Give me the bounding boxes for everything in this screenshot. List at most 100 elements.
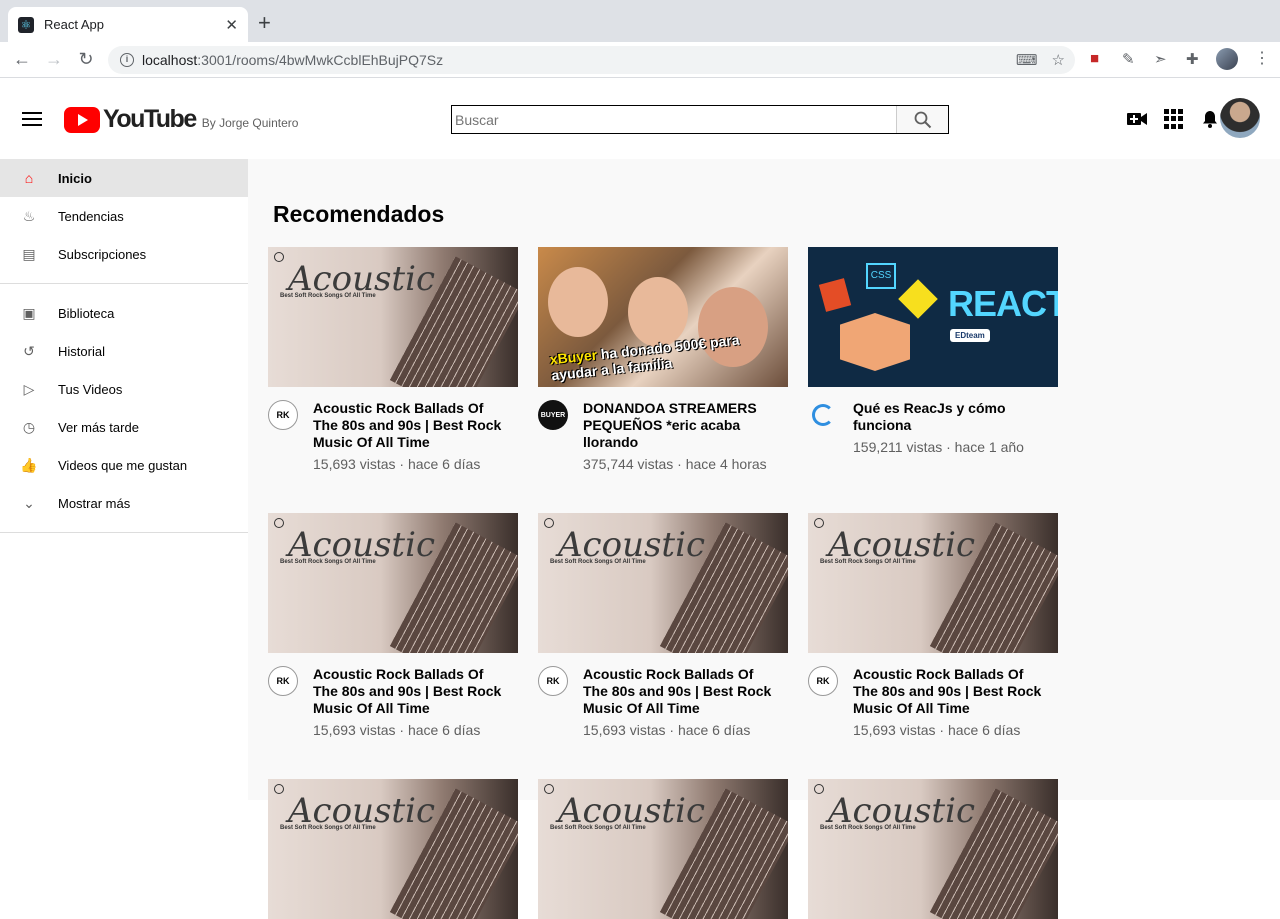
section-title: Recomendados bbox=[273, 201, 445, 227]
sidebar-divider bbox=[0, 283, 248, 284]
video-meta: RK Acoustic Rock Ballads Of The 80s and 9… bbox=[268, 400, 518, 472]
video-thumbnail[interactable]: Acoustic Best Soft Rock Songs Of All Time bbox=[268, 247, 518, 387]
channel-mark-icon bbox=[544, 518, 554, 528]
sidebar-item-subscripciones[interactable]: ▤ Subscripciones bbox=[0, 235, 248, 273]
react-favicon-icon: ⚛ bbox=[18, 16, 34, 33]
sidebar-item-tendencias[interactable]: ♨ Tendencias bbox=[0, 197, 248, 235]
channel-avatar[interactable]: BUYER bbox=[538, 400, 568, 430]
tab-title: React App bbox=[44, 17, 104, 32]
send-tab-icon[interactable]: ➣ bbox=[1154, 50, 1167, 68]
channel-avatar[interactable]: RK bbox=[538, 666, 568, 696]
sidebar-item-label: Tus Videos bbox=[58, 381, 123, 397]
eyedropper-icon[interactable]: ✎ bbox=[1122, 50, 1135, 68]
sidebar-item-label: Subscripciones bbox=[58, 246, 147, 262]
translate-icon[interactable]: ⌨ bbox=[1016, 51, 1038, 69]
channel-mark-icon bbox=[274, 252, 284, 262]
video-thumbnail[interactable]: xBuyer ha donado 500€ para ayudar a la f… bbox=[538, 247, 788, 387]
browser-toolbar: ← → ↻ i localhost:3001/rooms/4bwMwkCcblE… bbox=[0, 42, 1280, 78]
search-button[interactable] bbox=[896, 106, 948, 133]
channel-avatar[interactable] bbox=[812, 404, 834, 426]
sidebar-item-tus-videos[interactable]: ▷ Tus Videos bbox=[0, 370, 248, 408]
video-thumbnail[interactable]: Acoustic Best Soft Rock Songs Of All Time bbox=[268, 779, 518, 919]
video-title[interactable]: Qué es ReacJs y cómo funciona bbox=[853, 400, 1043, 434]
bookmark-star-icon[interactable]: ☆ bbox=[1052, 51, 1065, 69]
sidebar-item-label: Tendencias bbox=[58, 208, 124, 224]
channel-avatar[interactable]: RK bbox=[268, 666, 298, 696]
hamburger-menu-icon[interactable] bbox=[22, 112, 42, 126]
browser-menu-icon[interactable]: ⋮ bbox=[1254, 48, 1270, 68]
browser-tab-strip: ⚛ React App ✕ + bbox=[0, 0, 1280, 42]
video-card[interactable]: Acoustic Best Soft Rock Songs Of All Time bbox=[268, 779, 518, 919]
video-title[interactable]: Acoustic Rock Ballads Of The 80s and 90s… bbox=[313, 666, 503, 717]
extension-icon[interactable]: ■ bbox=[1090, 50, 1099, 67]
video-stats: 15,693 vistas · hace 6 días bbox=[313, 456, 481, 472]
reload-icon[interactable]: ↻ bbox=[70, 49, 102, 70]
video-card[interactable]: Acoustic Best Soft Rock Songs Of All Time… bbox=[268, 513, 518, 738]
like-icon: 👍 bbox=[20, 456, 38, 473]
thumb-react-word: REACT bbox=[948, 283, 1058, 324]
browser-tab[interactable]: ⚛ React App ✕ bbox=[8, 7, 248, 42]
main-content: Recomendados Acoustic Best Soft Rock Song… bbox=[248, 159, 1280, 919]
video-thumbnail[interactable]: Acoustic Best Soft Rock Songs Of All Time bbox=[808, 779, 1058, 919]
video-title[interactable]: Acoustic Rock Ballads Of The 80s and 90s… bbox=[313, 400, 503, 451]
video-meta: Qué es ReacJs y cómo funciona 159,211 vis… bbox=[808, 400, 1058, 455]
video-card[interactable]: CSS REACT EDteam Qué es ReacJs y cómo funci… bbox=[808, 247, 1058, 455]
history-icon: ↺ bbox=[23, 342, 35, 359]
create-video-icon[interactable] bbox=[1126, 109, 1148, 129]
sidebar-divider bbox=[0, 532, 248, 533]
video-card[interactable]: Acoustic Best Soft Rock Songs Of All Time bbox=[808, 779, 1058, 919]
profile-avatar[interactable] bbox=[1216, 48, 1238, 70]
url-text[interactable]: localhost:3001/rooms/4bwMwkCcblEhBujPQ7S… bbox=[142, 52, 443, 68]
sidebar-item-label: Mostrar más bbox=[58, 495, 131, 511]
channel-avatar[interactable]: RK bbox=[808, 666, 838, 696]
video-card[interactable]: Acoustic Best Soft Rock Songs Of All Time… bbox=[268, 247, 518, 472]
sidebar-item-mostrar-mas[interactable]: ⌄ Mostrar más bbox=[0, 484, 248, 522]
video-card[interactable]: xBuyer ha donado 500€ para ayudar a la f… bbox=[538, 247, 788, 472]
video-card[interactable]: Acoustic Best Soft Rock Songs Of All Time… bbox=[538, 513, 788, 738]
video-thumbnail[interactable]: Acoustic Best Soft Rock Songs Of All Time bbox=[808, 513, 1058, 653]
video-title[interactable]: Acoustic Rock Ballads Of The 80s and 90s… bbox=[583, 666, 773, 717]
video-thumbnail[interactable]: CSS REACT EDteam bbox=[808, 247, 1058, 387]
apps-grid-icon[interactable] bbox=[1164, 109, 1184, 129]
channel-mark-icon bbox=[274, 518, 284, 528]
video-stats: 15,693 vistas · hace 6 días bbox=[853, 722, 1021, 738]
video-thumbnail[interactable]: Acoustic Best Soft Rock Songs Of All Time bbox=[538, 513, 788, 653]
thumb-acoustic-subtitle: Best Soft Rock Songs Of All Time bbox=[280, 559, 376, 565]
video-card[interactable]: Acoustic Best Soft Rock Songs Of All Time… bbox=[808, 513, 1058, 738]
sidebar-item-videos-que-me-gustan[interactable]: 👍 Videos que me gustan bbox=[0, 446, 248, 484]
address-bar[interactable]: i localhost:3001/rooms/4bwMwkCcblEhBujPQ… bbox=[108, 46, 1075, 74]
video-card[interactable]: Acoustic Best Soft Rock Songs Of All Time bbox=[538, 779, 788, 919]
channel-avatar[interactable]: RK bbox=[268, 400, 298, 430]
forward-arrow-icon[interactable]: → bbox=[38, 49, 70, 70]
sidebar-item-inicio[interactable]: ⌂ Inicio bbox=[0, 159, 248, 197]
thumb-acoustic-subtitle: Best Soft Rock Songs Of All Time bbox=[280, 293, 376, 299]
youtube-logo[interactable]: YouTube By Jorge Quintero bbox=[64, 105, 298, 134]
video-thumbnail[interactable]: Acoustic Best Soft Rock Songs Of All Time bbox=[538, 779, 788, 919]
video-stats: 375,744 vistas · hace 4 horas bbox=[583, 456, 767, 472]
video-thumbnail[interactable]: Acoustic Best Soft Rock Songs Of All Time bbox=[268, 513, 518, 653]
sidebar-item-label: Inicio bbox=[58, 170, 92, 186]
site-info-icon[interactable]: i bbox=[120, 53, 134, 67]
video-title[interactable]: DONANDOA STREAMERS PEQUEÑOS *eric acaba … bbox=[583, 400, 773, 451]
sidebar-item-label: Biblioteca bbox=[58, 305, 115, 321]
thumb-acoustic-subtitle: Best Soft Rock Songs Of All Time bbox=[280, 825, 376, 831]
person-image bbox=[548, 267, 608, 337]
sidebar-item-historial[interactable]: ↺ Historial bbox=[0, 332, 248, 370]
tab-close-icon[interactable]: ✕ bbox=[225, 16, 238, 34]
user-avatar[interactable] bbox=[1220, 98, 1260, 138]
sidebar-item-label: Videos que me gustan bbox=[58, 457, 188, 473]
back-arrow-icon[interactable]: ← bbox=[6, 49, 38, 70]
logo-author: By Jorge Quintero bbox=[201, 115, 299, 130]
puzzle-icon[interactable]: ✚ bbox=[1186, 50, 1199, 68]
box-image bbox=[840, 313, 910, 371]
channel-mark-icon bbox=[814, 784, 824, 794]
sidebar-item-ver-mas-tarde[interactable]: ◷ Ver más tarde bbox=[0, 408, 248, 446]
app-header: YouTube By Jorge Quintero bbox=[0, 79, 1280, 159]
notifications-bell-icon[interactable] bbox=[1200, 109, 1220, 129]
html5-logo-icon bbox=[818, 278, 852, 312]
new-tab-button[interactable]: + bbox=[258, 10, 271, 36]
search-input[interactable] bbox=[452, 106, 896, 133]
video-title[interactable]: Acoustic Rock Ballads Of The 80s and 90s… bbox=[853, 666, 1043, 717]
video-meta: RK Acoustic Rock Ballads Of The 80s and 9… bbox=[538, 666, 788, 738]
sidebar-item-biblioteca[interactable]: ▣ Biblioteca bbox=[0, 294, 248, 332]
